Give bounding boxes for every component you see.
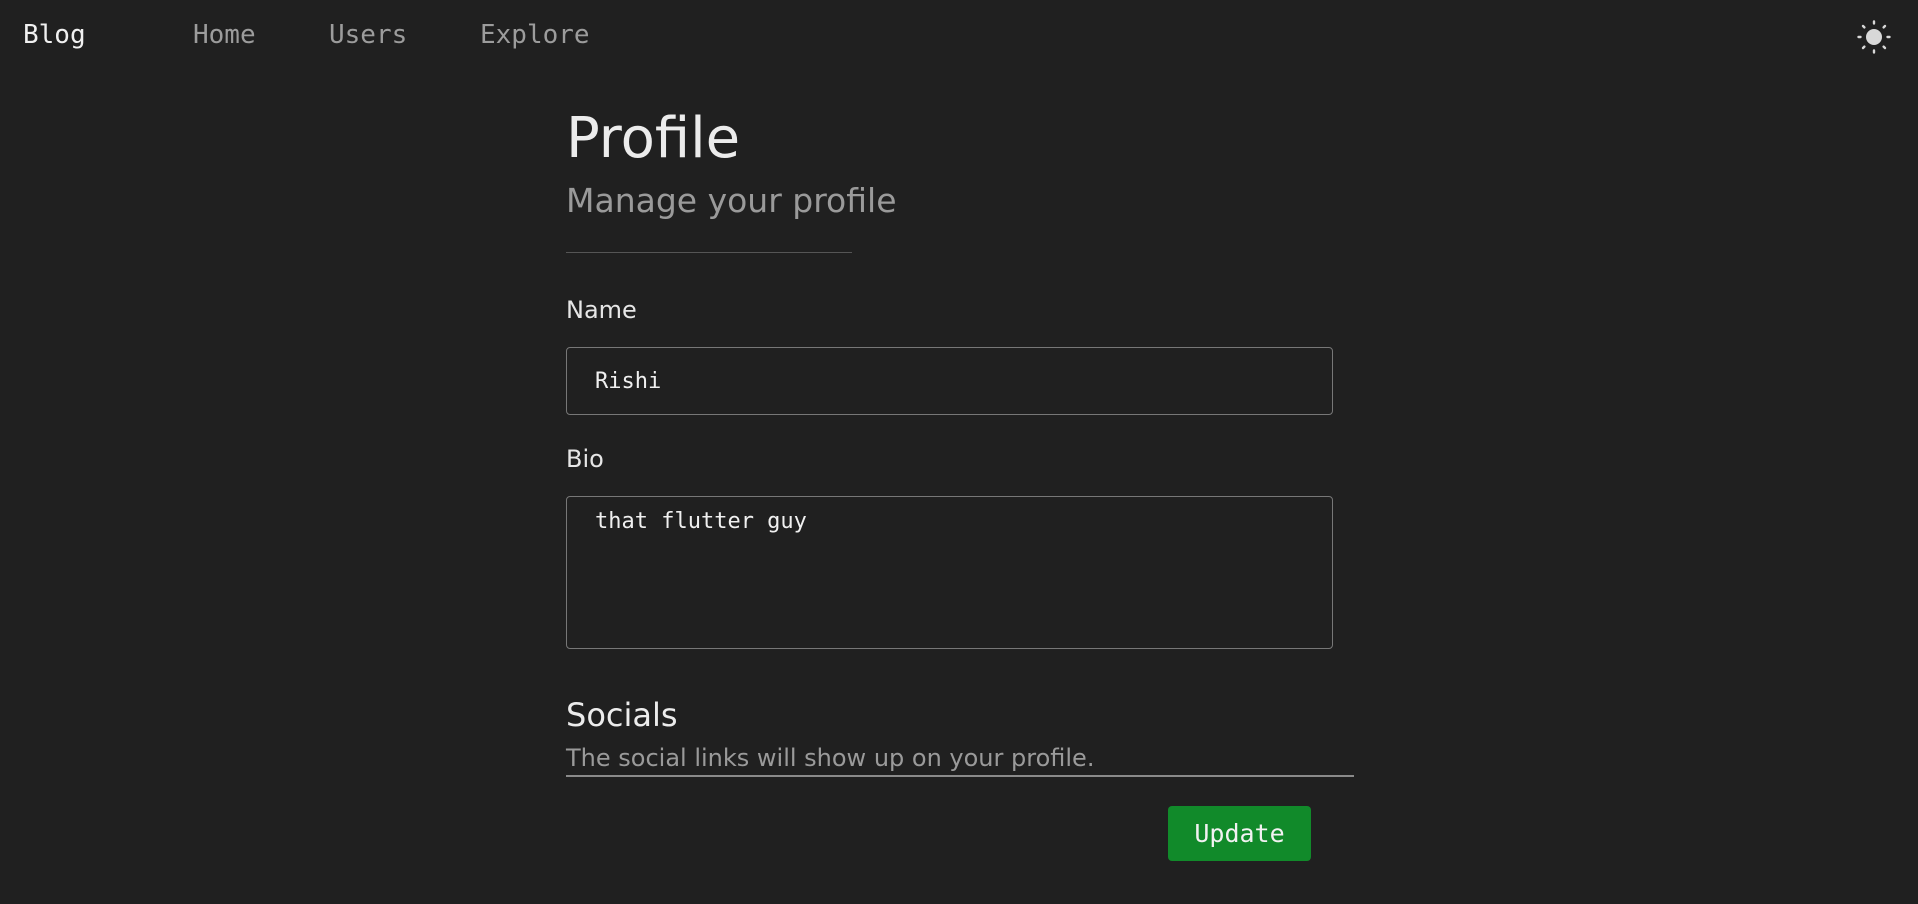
nav-home-link[interactable]: Home [193, 20, 256, 50]
update-button[interactable]: Update [1168, 806, 1311, 861]
bio-textarea[interactable]: that flutter guy [566, 496, 1333, 649]
nav-explore-link[interactable]: Explore [480, 20, 590, 50]
name-input[interactable] [566, 347, 1333, 415]
title-divider [566, 252, 852, 253]
brand-link[interactable]: Blog [23, 20, 86, 50]
nav-users-link[interactable]: Users [329, 20, 407, 50]
sun-icon [1857, 20, 1891, 54]
name-label: Name [566, 296, 637, 324]
theme-toggle-button[interactable] [1857, 20, 1891, 54]
top-navigation: Blog Home Users Explore [0, 0, 1918, 74]
page-subtitle: Manage your profile [566, 181, 897, 220]
socials-divider [566, 775, 1354, 777]
page-title: Profile [566, 106, 741, 171]
socials-description: The social links will show up on your pr… [566, 744, 1095, 772]
bio-label: Bio [566, 445, 604, 473]
socials-heading: Socials [566, 696, 678, 734]
profile-main: Profile Manage your profile Name Bio tha… [566, 100, 1356, 861]
